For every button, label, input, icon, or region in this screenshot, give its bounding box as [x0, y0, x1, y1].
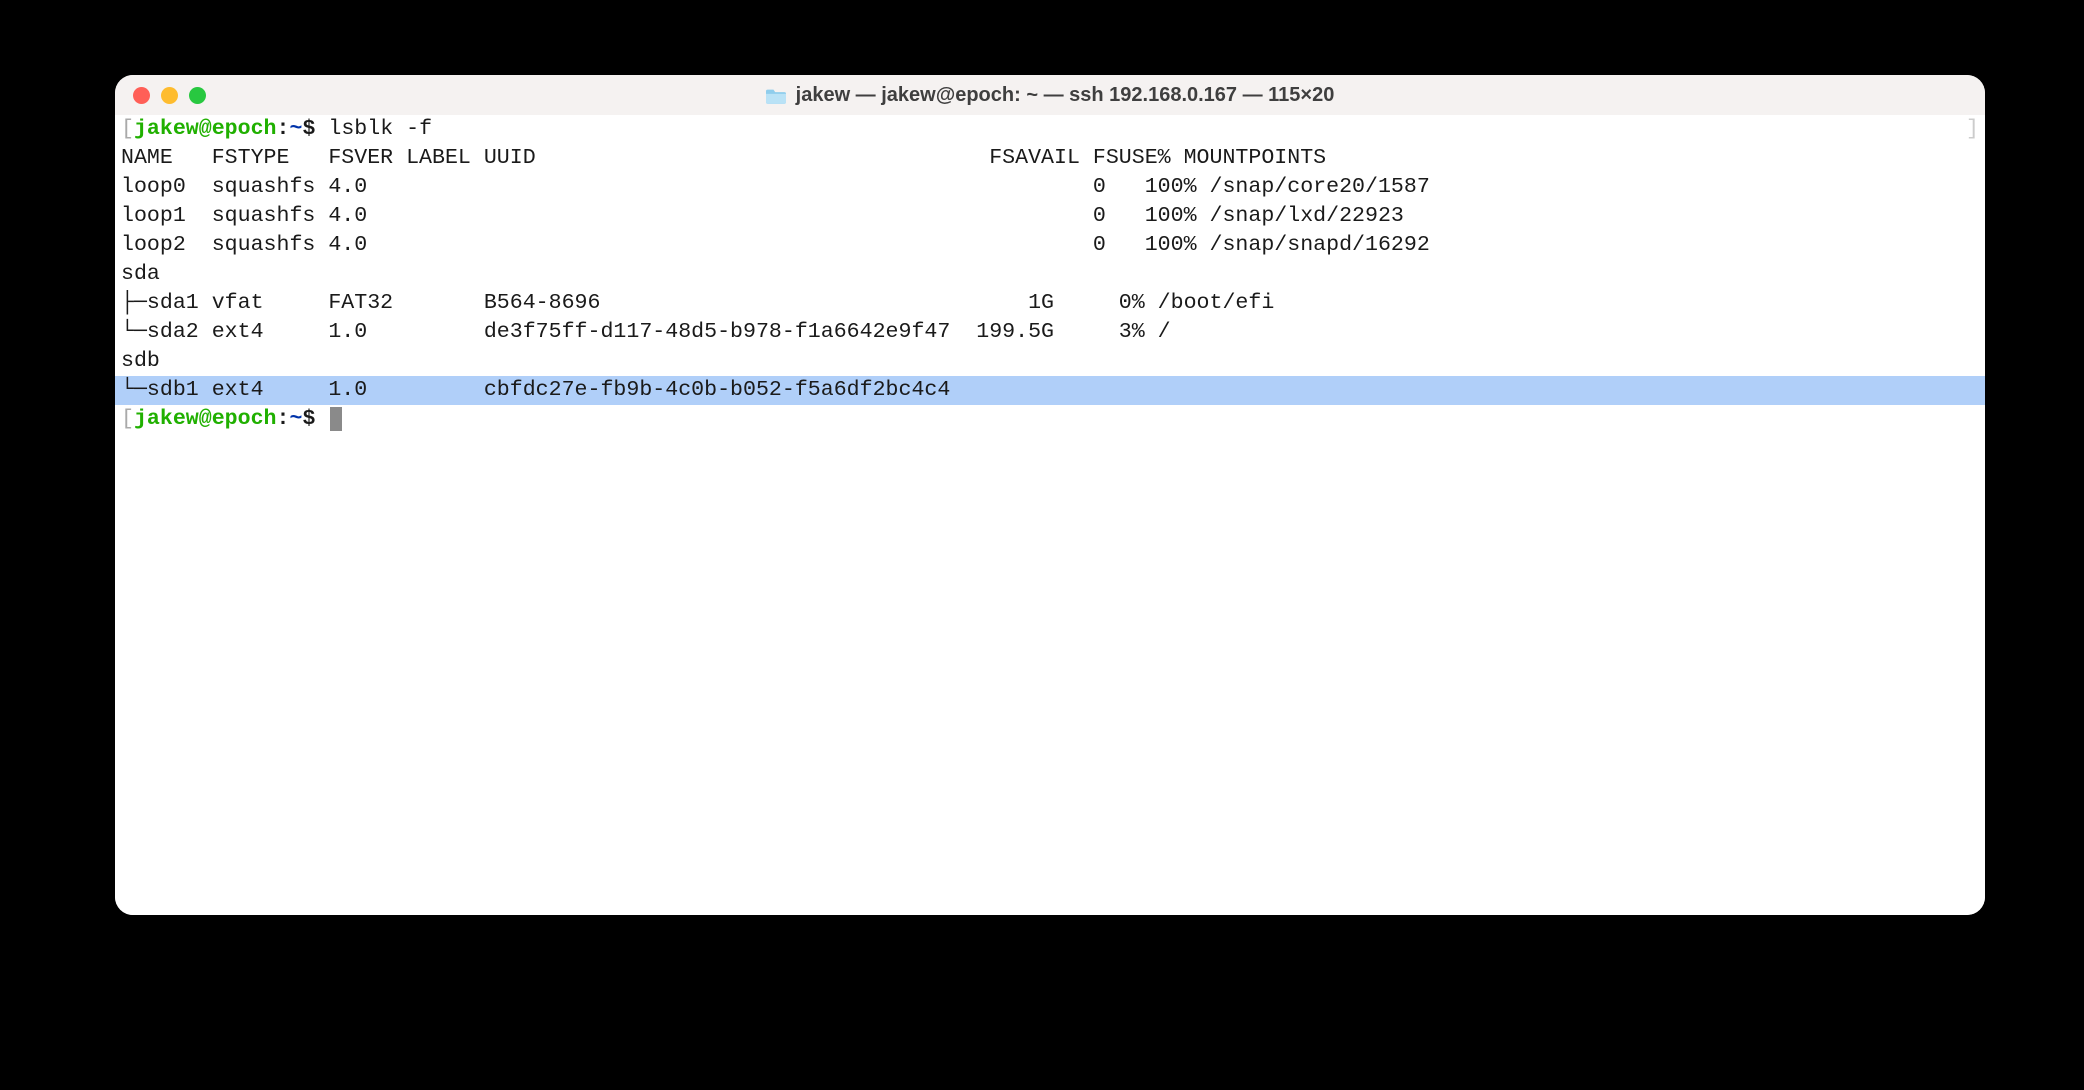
close-icon[interactable] [133, 87, 150, 104]
prompt-path: ~ [289, 117, 302, 141]
window-title: jakew — jakew@epoch: ~ — ssh 192.168.0.1… [766, 84, 1335, 107]
table-row: sdb [115, 347, 1985, 376]
prompt-sigil: $ [302, 117, 315, 141]
titlebar: jakew — jakew@epoch: ~ — ssh 192.168.0.1… [115, 75, 1985, 116]
prompt-sigil: $ [302, 407, 315, 431]
traffic-lights [133, 87, 206, 104]
table-row: loop1 squashfs 4.0 0 100% /snap/lxd/2292… [115, 202, 1985, 231]
cursor-icon [330, 407, 342, 431]
minimize-icon[interactable] [161, 87, 178, 104]
prompt-user: jakew@epoch [134, 117, 277, 141]
prompt-line-1: [jakew@epoch:~$ lsblk -f] [115, 115, 1985, 144]
highlighted-row: └─sdb1 ext4 1.0 cbfdc27e-fb9b-4c0b-b052-… [115, 376, 1985, 405]
terminal-window: jakew — jakew@epoch: ~ — ssh 192.168.0.1… [115, 75, 1985, 915]
prompt-line-2[interactable]: [jakew@epoch:~$ [115, 405, 1985, 434]
prompt-path: ~ [289, 407, 302, 431]
table-row: └─sda2 ext4 1.0 de3f75ff-d117-48d5-b978-… [115, 318, 1985, 347]
terminal-body[interactable]: [jakew@epoch:~$ lsblk -f] NAME FSTYPE FS… [115, 115, 1985, 915]
prompt-user: jakew@epoch [134, 407, 277, 431]
table-row: sda [115, 260, 1985, 289]
table-row: ├─sda1 vfat FAT32 B564-8696 1G 0% /boot/… [115, 289, 1985, 318]
table-row: loop0 squashfs 4.0 0 100% /snap/core20/1… [115, 173, 1985, 202]
bracket-open-icon: [ [121, 407, 134, 431]
title-text: jakew — jakew@epoch: ~ — ssh 192.168.0.1… [796, 84, 1335, 107]
prompt-sep: : [277, 407, 290, 431]
prompt-sep: : [277, 117, 290, 141]
lsblk-header: NAME FSTYPE FSVER LABEL UUID FSAVAIL FSU… [115, 144, 1985, 173]
command-text: lsblk -f [328, 117, 432, 141]
zoom-icon[interactable] [189, 87, 206, 104]
folder-icon [766, 87, 786, 104]
bracket-open-icon: [ [121, 117, 134, 141]
bracket-close-icon: ] [1966, 115, 1979, 144]
table-row: loop2 squashfs 4.0 0 100% /snap/snapd/16… [115, 231, 1985, 260]
